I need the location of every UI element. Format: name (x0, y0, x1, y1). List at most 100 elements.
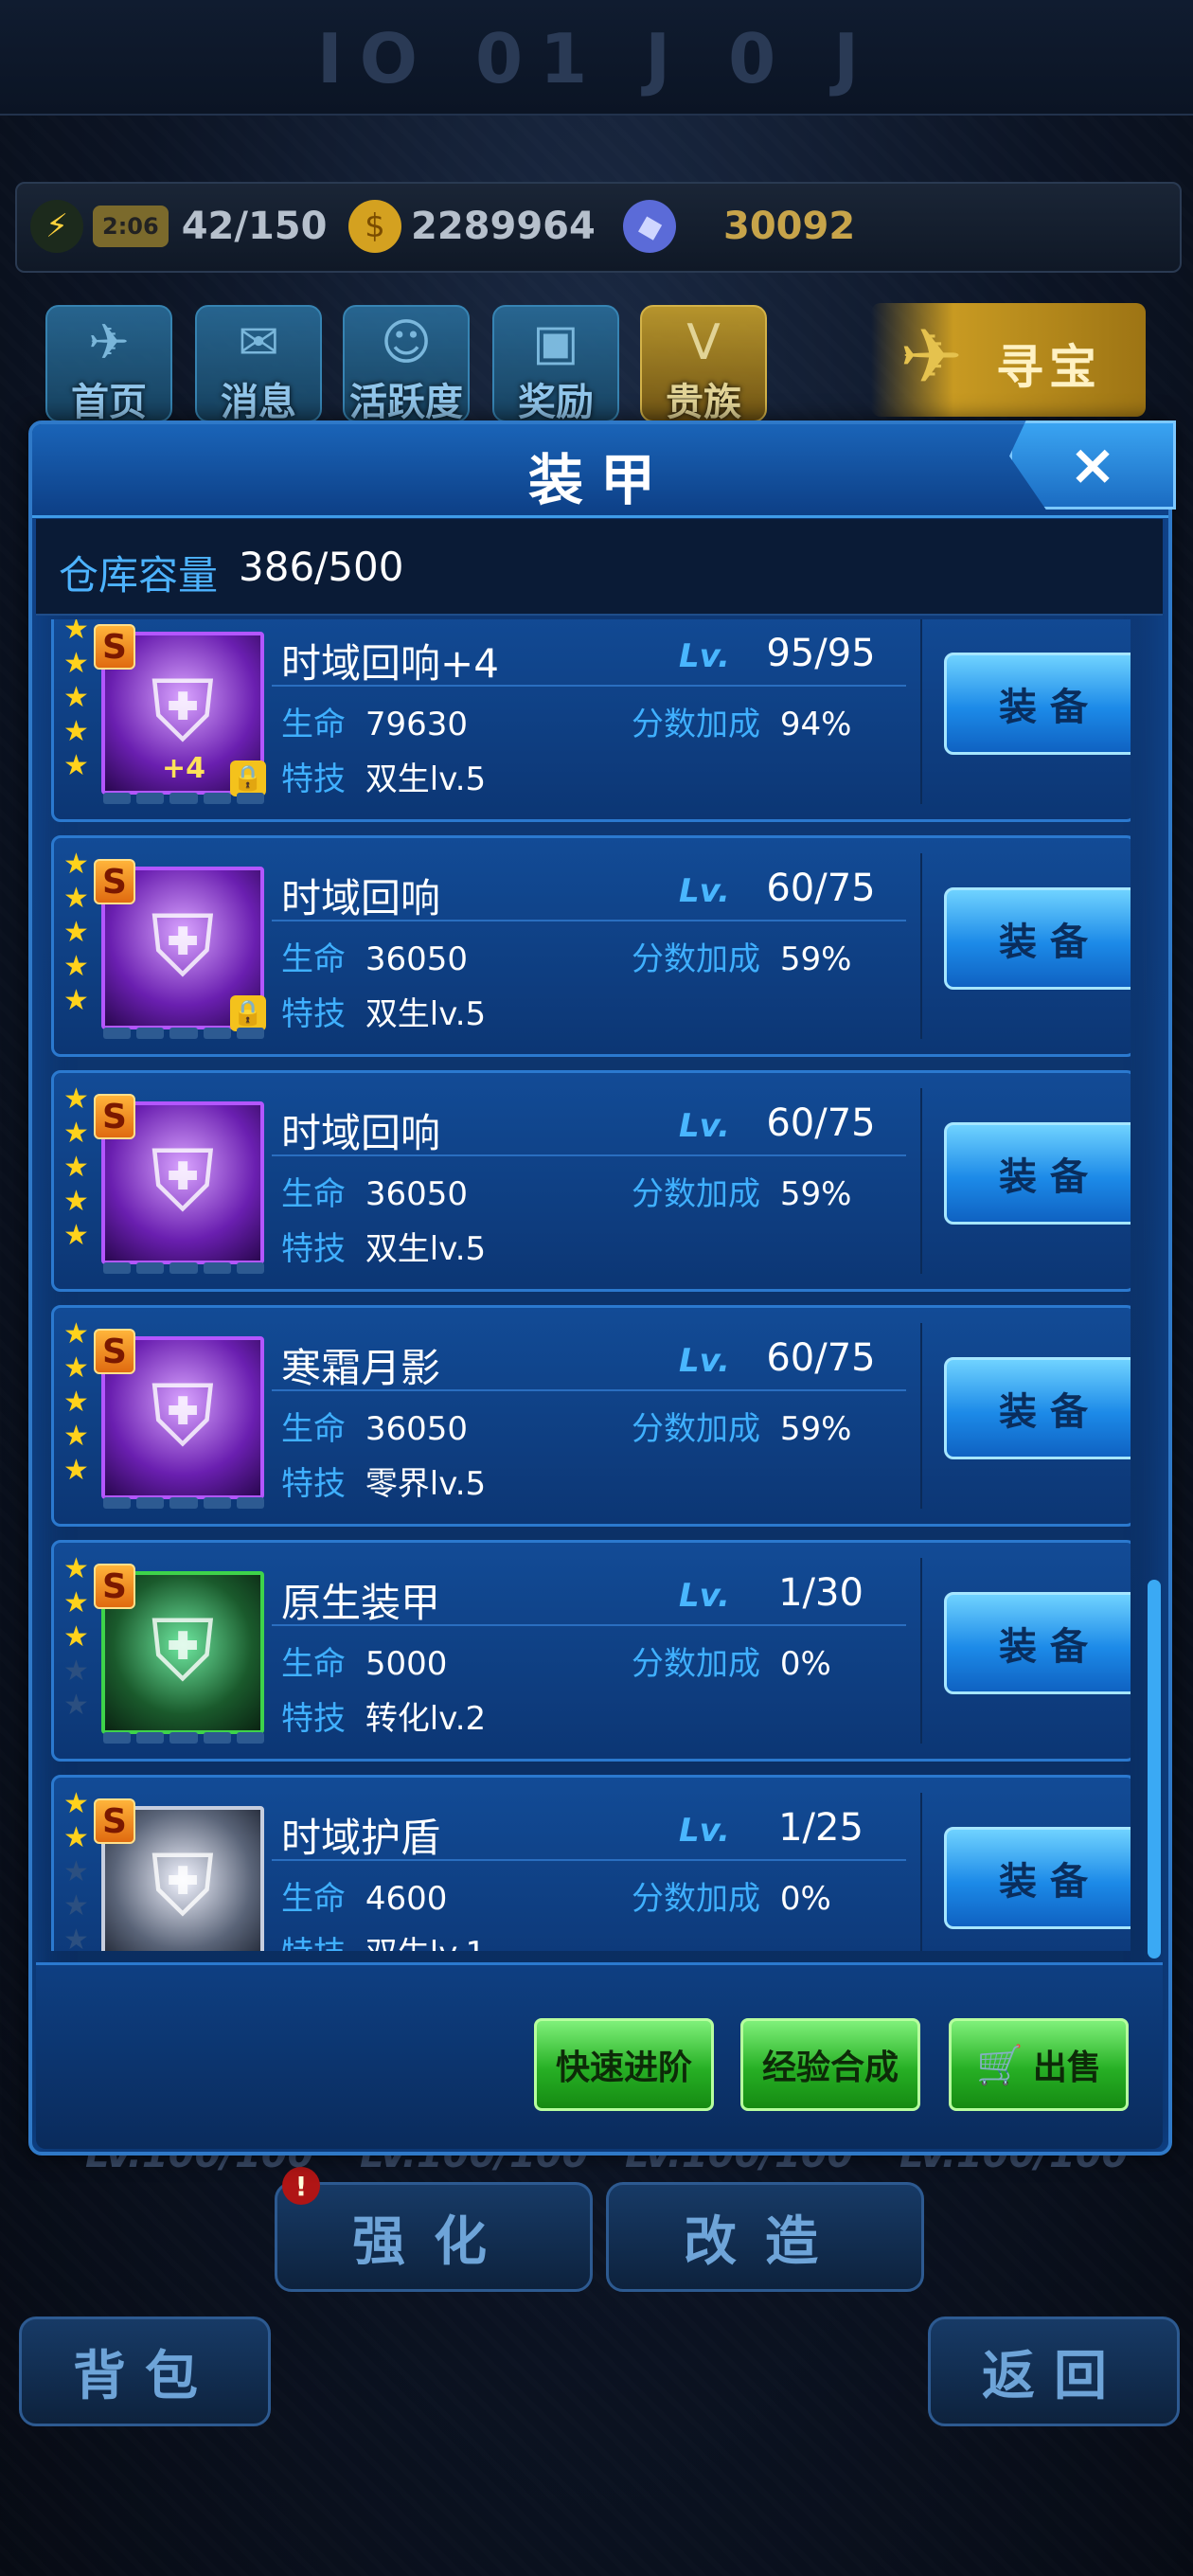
socket-slots (103, 1028, 265, 1041)
hp-label: 生命 (281, 940, 346, 978)
armor-item[interactable]: ★ ★ ★ ★ ★ ⛨ +4 🔒 S 时域回响+4 Lv. 95/95 生命 79630… (51, 619, 1131, 822)
gem-icon: ◆ (616, 193, 683, 259)
star-icon: ★ (63, 1923, 89, 1951)
sell-label: 出售 (1032, 2048, 1101, 2087)
modal-footer: 快速进阶 经验合成 🛒 出售 (36, 1962, 1163, 2149)
return-button[interactable]: 返回 (928, 2317, 1180, 2426)
backpack-button[interactable]: 背包 (19, 2317, 271, 2426)
energy-timer: 2:06 (93, 206, 169, 247)
level-label: Lv. (679, 1812, 730, 1850)
star-rating: ★ ★ ★ ★ ★ (63, 1552, 94, 1723)
armor-item[interactable]: ★ ★ ★ ★ ★ ⛨ 🔒 S 时域回响 Lv. 60/75 生命 36050 分数加成… (51, 835, 1131, 1057)
grade-badge: S (94, 624, 135, 670)
hp-row: 生命 36050 (281, 1168, 468, 1214)
star-rating: ★ ★ ★ ★ ★ (63, 619, 94, 783)
treasure-button[interactable]: ✈ 寻宝 (871, 303, 1146, 417)
armor-list[interactable]: ★ ★ ★ ★ ★ ⛨ +4 🔒 S 时域回响+4 Lv. 95/95 生命 79630… (51, 619, 1131, 1951)
nav-messages[interactable]: ✉ 消息 (195, 305, 322, 424)
name-underline (272, 1389, 906, 1391)
list-scrollbar[interactable] (1148, 1580, 1161, 1959)
hp-value: 4600 (365, 1880, 448, 1918)
bonus-row: 分数加成 59% (632, 1403, 851, 1449)
equip-button[interactable]: 装备 (944, 1827, 1131, 1929)
equip-button[interactable]: 装备 (944, 1592, 1131, 1694)
hp-row: 生命 36050 (281, 1403, 468, 1449)
bonus-value: 59% (779, 940, 852, 978)
armor-name: 寒霜月影 (281, 1345, 441, 1391)
coin-icon: $ (348, 200, 401, 253)
gem-resource[interactable]: ◆ 30092 (616, 193, 855, 259)
treasure-label: 寻宝 (996, 340, 1102, 395)
gold-value: 2289964 (411, 205, 596, 248)
star-icon: ★ (63, 715, 89, 748)
armor-item[interactable]: ★ ★ ★ ★ ★ ⛨ S 原生装甲 Lv. 1/30 生命 5000 分数加成 0% … (51, 1540, 1131, 1762)
quick-advance-button[interactable]: 快速进阶 (534, 2018, 714, 2111)
exp-merge-button[interactable]: 经验合成 (740, 2018, 920, 2111)
equip-button[interactable]: 装备 (944, 653, 1131, 755)
nav-activity[interactable]: ☺ 活跃度 (343, 305, 470, 424)
bonus-row: 分数加成 0% (632, 1872, 831, 1919)
bonus-label: 分数加成 (632, 1410, 760, 1448)
sell-button[interactable]: 🛒 出售 (949, 2018, 1129, 2111)
nav-rewards-label: 奖励 (518, 381, 594, 424)
grade-badge: S (94, 1329, 135, 1374)
lock-icon[interactable]: 🔒 (230, 760, 266, 796)
armor-name: 时域回响 (281, 875, 441, 921)
energy-resource[interactable]: ⚡ 2:06 42/150 (30, 197, 327, 256)
star-icon: ★ (63, 1889, 89, 1923)
star-icon: ★ (63, 1620, 89, 1654)
home-icon: ✈ (88, 314, 130, 371)
armor-item[interactable]: ★ ★ ★ ★ ★ ⛨ S 时域护盾 Lv. 1/25 生命 4600 分数加成 0% … (51, 1775, 1131, 1951)
resource-bar: ⚡ 2:06 42/150 $ 2289964 ◆ 30092 (15, 182, 1182, 273)
socket-slots (103, 1262, 265, 1276)
strengthen-button[interactable]: 强化 (275, 2182, 593, 2292)
star-icon: ★ (63, 749, 89, 782)
item-divider (920, 1323, 922, 1509)
bonus-value: 0% (779, 1645, 831, 1683)
equip-button[interactable]: 装备 (944, 1122, 1131, 1225)
gold-resource[interactable]: $ 2289964 (348, 197, 596, 256)
bonus-value: 59% (779, 1410, 852, 1448)
star-icon: ★ (63, 1082, 89, 1116)
name-underline (272, 1624, 906, 1626)
armor-item[interactable]: ★ ★ ★ ★ ★ ⛨ S 时域回响 Lv. 60/75 生命 36050 分数加成 5… (51, 1070, 1131, 1292)
modify-button[interactable]: 改造 (606, 2182, 924, 2292)
armor-icon: ⛨ (151, 1132, 215, 1231)
skill-row: 特技 双生lv.1 (281, 1927, 486, 1951)
grade-badge: S (94, 1094, 135, 1139)
hp-label: 生命 (281, 1175, 346, 1213)
skill-value: 零界lv.5 (365, 1465, 487, 1503)
skill-value: 双生lv.5 (365, 760, 487, 798)
skill-label: 特技 (281, 760, 346, 798)
star-icon: ★ (63, 950, 89, 983)
hp-label: 生命 (281, 1645, 346, 1683)
skill-value: 双生lv.1 (365, 1935, 486, 1951)
star-icon: ★ (63, 882, 89, 915)
nav-rewards[interactable]: ▣ 奖励 (492, 305, 619, 424)
name-underline (272, 1154, 906, 1156)
skill-label: 特技 (281, 1935, 346, 1951)
modal-title: 装甲 (527, 448, 672, 512)
level-value: 1/25 (778, 1806, 864, 1850)
armor-item[interactable]: ★ ★ ★ ★ ★ ⛨ S 寒霜月影 Lv. 60/75 生命 36050 分数加成 5… (51, 1305, 1131, 1527)
armor-name: 时域护盾 (281, 1815, 441, 1861)
socket-slots (103, 793, 265, 806)
hp-value: 79630 (365, 706, 468, 743)
skill-row: 特技 双生lv.5 (281, 753, 486, 799)
nav-noble[interactable]: V 贵族 (640, 305, 767, 424)
equip-button[interactable]: 装备 (944, 1357, 1131, 1459)
hp-value: 36050 (365, 940, 468, 978)
star-rating: ★ ★ ★ ★ ★ (63, 1317, 94, 1488)
star-icon: ★ (63, 1386, 89, 1419)
nav-home[interactable]: ✈ 首页 (45, 305, 172, 424)
armor-name: 时域回响 (281, 1110, 441, 1156)
name-underline (272, 920, 906, 921)
star-icon: ★ (63, 1586, 89, 1619)
star-rating: ★ ★ ★ ★ ★ (63, 1787, 94, 1951)
star-icon: ★ (63, 647, 89, 680)
capacity-bar: 仓库容量 386/500 (36, 519, 1163, 616)
equip-button[interactable]: 装备 (944, 887, 1131, 990)
skill-value: 双生lv.5 (365, 1230, 487, 1268)
lock-icon[interactable]: 🔒 (230, 995, 266, 1031)
mail-icon: ✉ (238, 314, 279, 371)
